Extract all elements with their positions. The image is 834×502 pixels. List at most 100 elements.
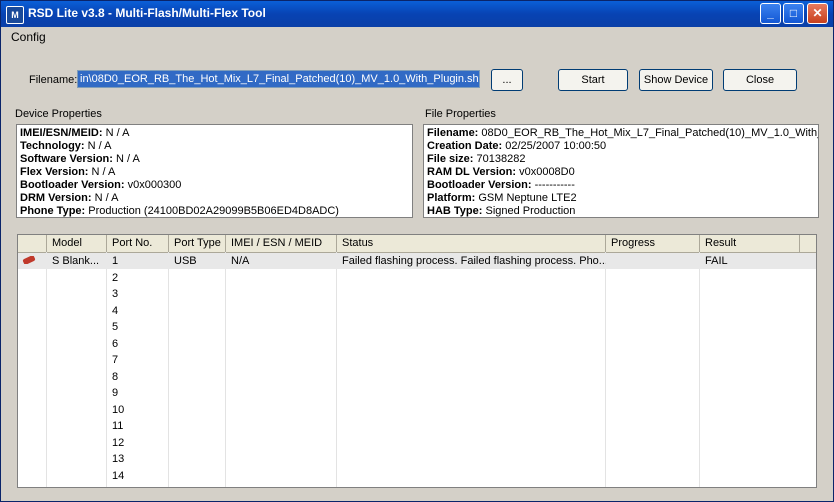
device-prop-line: Phone Type: Production (24100BD02A29099B… [20,205,409,217]
table-cell-imei [226,336,337,352]
table-cell-imei [226,319,337,335]
column-header[interactable]: Port Type [169,235,226,252]
file-prop-value: 08D0_EOR_RB_The_Hot_Mix_L7_Final_Patched… [478,127,819,139]
table-cell-result [700,451,800,467]
table-header: Model Port No. Port Type IMEI / ESN / MEID S… [18,235,816,253]
table-cell-model [47,435,107,451]
table-row[interactable]: 6 [18,336,816,352]
table-cell-port-type [169,336,226,352]
table-cell-model [47,336,107,352]
table-row[interactable]: 9 [18,385,816,401]
table-cell-result [700,352,800,368]
table-cell-status [337,369,606,385]
column-header[interactable]: Progress [606,235,700,252]
file-prop-value: ----------- [531,179,575,191]
table-cell-imei [226,385,337,401]
device-prop-line: DRM Version: N / A [20,192,409,205]
table-cell-port-type [169,270,226,286]
file-prop-key: Creation Date: [427,140,503,152]
table-row[interactable]: 3 [18,286,816,302]
column-header[interactable] [18,235,47,252]
device-prop-value: N / A [102,127,130,139]
table-cell-result [700,336,800,352]
column-header[interactable]: Model [47,235,107,252]
file-prop-key: HAB Type: [427,205,483,217]
device-table[interactable]: Model Port No. Port Type IMEI / ESN / MEID S… [17,234,817,488]
close-window-button[interactable]: ✕ [807,3,828,24]
table-cell-imei: N/A [231,255,250,267]
app-logo-icon[interactable]: M [6,6,24,24]
device-prop-line: Software Version: N / A [20,153,409,166]
table-cell-imei [226,435,337,451]
table-row[interactable]: 5 [18,319,816,335]
table-cell-model [47,286,107,302]
phone-red-icon [22,256,36,264]
table-row[interactable]: 7 [18,352,816,368]
table-cell-result [700,319,800,335]
table-cell-port: 2 [112,271,119,284]
table-row[interactable]: 10 [18,402,816,418]
table-cell-status [337,303,606,319]
browse-button[interactable]: ... [491,69,523,91]
show-device-button[interactable]: Show Device [639,69,713,91]
file-prop-value: 70138282 [473,153,526,165]
start-button[interactable]: Start [558,69,628,91]
table-row[interactable]: 13 [18,451,816,467]
table-cell-status [337,418,606,434]
table-cell-status [337,319,606,335]
device-prop-key: Software Version: [20,153,113,165]
table-cell-port-type [169,352,226,368]
device-properties-title: Device Properties [15,108,102,120]
table-cell-port: 1 [112,255,119,267]
table-row[interactable]: S Blank... 1 USB N/A Failed flashing process… [18,253,816,269]
table-cell-port: 8 [112,370,119,383]
table-cell-model [47,369,107,385]
device-prop-value: N / A [84,140,112,152]
table-cell-status [337,385,606,401]
column-header[interactable]: Status [337,235,606,252]
file-prop-value: 02/25/2007 10:00:50 [502,140,607,152]
table-cell-progress [606,270,700,286]
device-prop-key: Bootloader Version: [20,179,125,191]
horizontal-scrollbar[interactable] [17,488,817,492]
title-bar[interactable]: M RSD Lite v3.8 - Multi-Flash/Multi-Flex… [1,1,833,27]
table-cell-result [700,369,800,385]
table-cell-status [337,286,606,302]
column-header[interactable]: Result [700,235,800,252]
table-cell-port-type [169,418,226,434]
table-row[interactable]: 2 [18,270,816,286]
table-row[interactable]: 14 [18,468,816,484]
file-prop-key: Filename: [427,127,479,139]
table-row[interactable]: 12 [18,435,816,451]
table-row[interactable]: 4 [18,303,816,319]
table-row[interactable]: 11 [18,418,816,434]
table-cell-status [337,435,606,451]
table-row[interactable]: 8 [18,369,816,385]
table-cell-progress [606,369,700,385]
column-header[interactable]: IMEI / ESN / MEID [226,235,337,252]
minimize-button[interactable]: _ [760,3,781,24]
filename-label: Filename: [29,74,78,86]
file-prop-key: Bootloader Version: [427,179,532,191]
file-prop-line: HAB Type: Signed Production [427,205,815,217]
table-cell-model [47,402,107,418]
table-cell-port-type [169,402,226,418]
table-cell-model [47,468,107,484]
menu-config[interactable]: Config [11,30,46,44]
table-cell-port: 11 [112,420,124,432]
table-cell-imei [226,303,337,319]
filename-input[interactable]: in\08D0_EOR_RB_The_Hot_Mix_L7_Final_Patc… [77,70,480,88]
device-prop-line: Bootloader Version: v0x000300 [20,179,409,192]
table-cell-model [47,352,107,368]
table-cell-progress [606,303,700,319]
table-cell-imei [226,270,337,286]
file-prop-line: Creation Date: 02/25/2007 10:00:50 [427,140,815,153]
maximize-button[interactable]: □ [783,3,804,24]
table-cell-model: S Blank... [52,255,100,267]
table-cell-progress [606,451,700,467]
table-cell-progress [606,352,700,368]
table-cell-port: 6 [112,337,119,350]
table-cell-port: 7 [112,354,119,366]
close-button[interactable]: Close [723,69,797,91]
column-header[interactable]: Port No. [107,235,169,252]
